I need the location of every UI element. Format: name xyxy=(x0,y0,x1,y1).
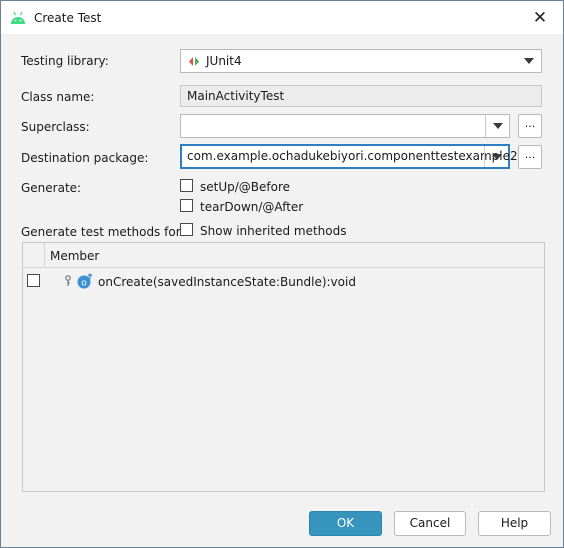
class-name-field[interactable]: MainActivityTest xyxy=(180,85,542,107)
key-icon xyxy=(65,275,71,286)
testing-library-select[interactable]: JUnit4 xyxy=(180,49,542,73)
method-override-icon: o xyxy=(77,273,93,289)
create-test-dialog: Create Test ✕ Testing library: JUnit4 Cl… xyxy=(0,0,564,548)
close-button[interactable]: ✕ xyxy=(517,1,563,34)
junit-icon xyxy=(189,57,199,66)
close-icon: ✕ xyxy=(532,7,548,28)
cancel-button[interactable]: Cancel xyxy=(394,511,466,536)
chevron-down-icon[interactable] xyxy=(485,115,509,137)
destination-package-label: Destination package: xyxy=(21,151,149,165)
show-inherited-label: Show inherited methods xyxy=(200,224,347,238)
superclass-label: Superclass: xyxy=(21,120,90,134)
testing-library-value: JUnit4 xyxy=(206,54,242,68)
teardown-after-label: tearDown/@After xyxy=(200,200,304,214)
generate-methods-label: Generate test methods for: xyxy=(21,225,185,239)
help-button[interactable]: Help xyxy=(478,511,551,536)
generate-label: Generate: xyxy=(21,181,82,195)
testing-library-label: Testing library: xyxy=(21,54,109,68)
member-method-name: onCreate(savedInstanceState:Bundle):void xyxy=(98,275,356,289)
superclass-browse-button[interactable]: ... xyxy=(518,114,542,138)
table-row[interactable]: o onCreate(savedInstanceState:Bundle):vo… xyxy=(23,269,544,293)
destination-package-combo[interactable]: com.example.ochadukebiyori.componenttest… xyxy=(180,144,518,169)
chevron-down-icon[interactable] xyxy=(484,146,508,167)
table-header: Member xyxy=(23,243,544,268)
destination-package-value: com.example.ochadukebiyori.componenttest… xyxy=(187,149,518,163)
setup-before-checkbox[interactable] xyxy=(180,179,193,192)
superclass-combo[interactable] xyxy=(180,114,510,138)
chevron-down-icon xyxy=(521,50,537,72)
destination-package-browse-button[interactable]: ... xyxy=(518,145,542,169)
android-icon xyxy=(11,11,25,24)
member-row-checkbox[interactable] xyxy=(27,274,40,287)
teardown-after-checkbox[interactable] xyxy=(180,199,193,212)
member-column-header[interactable]: Member xyxy=(50,249,99,263)
class-name-value: MainActivityTest xyxy=(187,89,285,103)
class-name-label: Class name: xyxy=(21,90,95,104)
svg-text:o: o xyxy=(81,279,87,289)
ok-button[interactable]: OK xyxy=(309,511,382,536)
title-bar: Create Test ✕ xyxy=(1,1,563,34)
column-divider xyxy=(44,243,45,267)
members-table: Member o onCreate(savedInstanceState:Bun… xyxy=(22,242,545,492)
dialog-title: Create Test xyxy=(34,11,102,25)
setup-before-label: setUp/@Before xyxy=(200,180,291,194)
show-inherited-checkbox[interactable] xyxy=(180,223,193,236)
